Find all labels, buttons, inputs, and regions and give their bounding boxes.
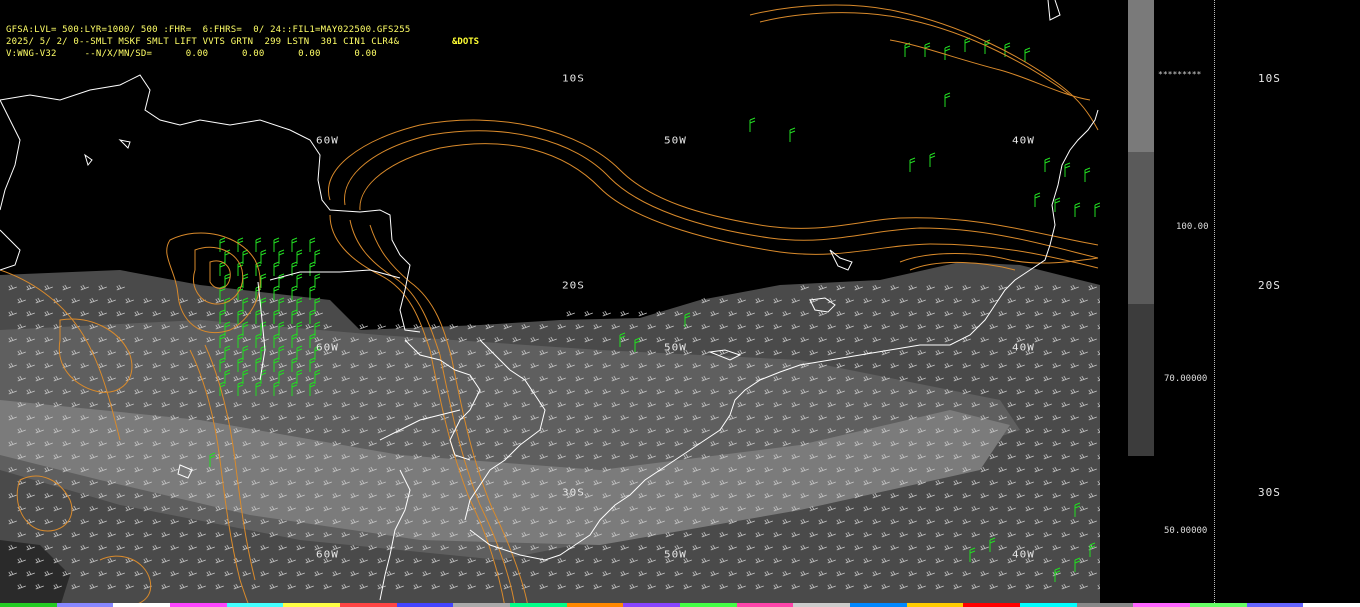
strip-swatch	[1020, 603, 1077, 607]
strip-swatch	[793, 603, 851, 607]
wind-barb	[359, 323, 368, 330]
wind-barb	[566, 310, 575, 317]
strip-swatch	[1246, 603, 1304, 607]
strip-swatch	[963, 603, 1021, 607]
wind-barb	[584, 310, 593, 317]
wind-barb	[602, 310, 611, 317]
green-wind-barb	[296, 249, 303, 264]
lon-label-50w-mid: 50W	[664, 341, 687, 354]
green-wind-barb	[260, 249, 267, 264]
lon-label-40w-top: 40W	[1012, 134, 1035, 147]
map-canvas	[0, 0, 1100, 607]
green-wind-barb	[291, 237, 298, 252]
green-wind-barb	[242, 273, 249, 288]
strip-swatch	[566, 603, 624, 607]
strip-swatch	[113, 603, 171, 607]
green-wind-barb	[314, 273, 321, 288]
colorbar-stars: *********	[1158, 70, 1202, 79]
green-wind-barb	[1074, 202, 1081, 217]
lon-label-40w-bot: 40W	[1012, 548, 1035, 561]
lon-label-40w-mid: 40W	[1012, 341, 1035, 354]
side-lat-label-20s: 20S	[1258, 279, 1281, 292]
green-wind-barb	[964, 37, 971, 52]
strip-swatch	[340, 603, 397, 607]
green-wind-barb	[314, 249, 321, 264]
wind-barb	[377, 323, 386, 330]
lat-label-20s: 20S	[562, 279, 585, 292]
panel-divider	[1214, 0, 1215, 607]
strip-swatch	[1190, 603, 1247, 607]
lon-label-60w-mid: 60W	[316, 341, 339, 354]
strip-swatch	[56, 603, 114, 607]
lat-label-10s: 10S	[562, 72, 585, 85]
green-wind-barb	[309, 237, 316, 252]
green-wind-barb	[296, 273, 303, 288]
bottom-color-strip	[0, 603, 1360, 607]
colorbar-label-70: 70.00000	[1164, 374, 1208, 384]
green-wind-barb	[260, 273, 267, 288]
map-panel[interactable]: GFSA:LVL= 500:LYR=1000/ 500 :FHR= 6:FHRS…	[0, 0, 1100, 607]
lon-label-50w-top: 50W	[664, 134, 687, 147]
header-line-1: GFSA:LVL= 500:LYR=1000/ 500 :FHR= 6:FHRS…	[6, 25, 411, 35]
green-wind-barb	[1034, 192, 1041, 207]
strip-swatch	[0, 603, 57, 607]
strip-swatch	[453, 603, 511, 607]
strip-swatch	[623, 603, 681, 607]
strip-swatch	[170, 603, 227, 607]
colorbar-segment-2	[1128, 152, 1154, 304]
green-wind-barb	[278, 249, 285, 264]
side-lat-label-30s: 30S	[1258, 486, 1281, 499]
strip-swatch	[226, 603, 284, 607]
colorbar-segment-3	[1128, 304, 1154, 456]
strip-swatch	[1076, 603, 1134, 607]
green-wind-barb	[255, 237, 262, 252]
strip-swatch	[283, 603, 341, 607]
green-wind-barb	[242, 249, 249, 264]
green-wind-barb	[749, 117, 756, 132]
green-wind-barb	[1084, 167, 1091, 182]
green-wind-barb	[273, 261, 280, 276]
green-wind-barb	[1024, 47, 1031, 62]
strip-swatch	[396, 603, 454, 607]
strip-swatch	[736, 603, 794, 607]
green-wind-barb	[1044, 157, 1051, 172]
wind-barb	[620, 310, 629, 317]
dots-label: &DOTS	[452, 37, 480, 47]
strip-swatch	[1133, 603, 1191, 607]
wind-barb	[638, 310, 647, 317]
green-wind-barb	[944, 92, 951, 107]
strip-swatch	[680, 603, 737, 607]
lon-label-50w-bot: 50W	[664, 548, 687, 561]
green-wind-barb	[1054, 197, 1061, 212]
green-wind-barb	[944, 45, 951, 60]
green-wind-barb	[929, 152, 936, 167]
green-wind-barb	[273, 237, 280, 252]
header-line-3: V:WNG-V32 --N/X/MN/SD= 0.00 0.00 0.00 0.…	[6, 49, 377, 59]
green-wind-barb	[904, 42, 911, 57]
green-wind-barb	[309, 261, 316, 276]
green-wind-barb	[789, 127, 796, 142]
lon-label-60w-top: 60W	[316, 134, 339, 147]
strip-swatch	[510, 603, 567, 607]
green-wind-barb	[219, 261, 226, 276]
header-line-2: 2025/ 5/ 2/ 0--SMLT MSKF SMLT LIFT VVTS …	[6, 37, 400, 47]
green-wind-barb	[909, 157, 916, 172]
colorbar-label-100: 100.00	[1176, 222, 1209, 232]
lon-label-60w-bot: 60W	[316, 548, 339, 561]
colorbar-label-50: 50.00000	[1164, 526, 1208, 536]
lat-label-30s: 30S	[562, 486, 585, 499]
colorbar-segment-1	[1128, 0, 1154, 152]
green-wind-barb	[1064, 162, 1071, 177]
strip-swatch	[1303, 603, 1360, 607]
side-lat-label-10s: 10S	[1258, 72, 1281, 85]
strip-swatch	[850, 603, 907, 607]
strip-swatch	[906, 603, 964, 607]
